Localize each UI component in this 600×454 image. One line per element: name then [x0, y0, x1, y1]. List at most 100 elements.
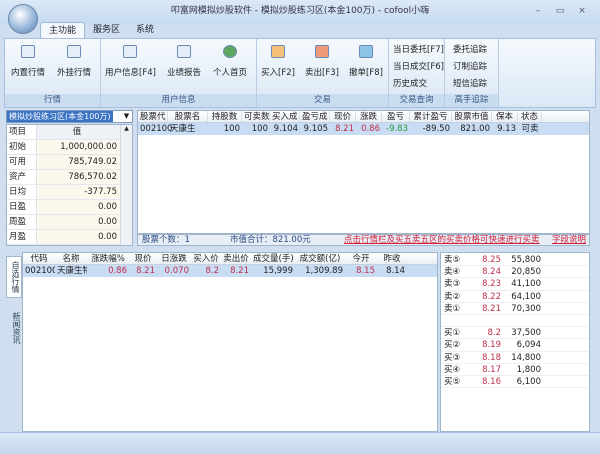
column-header[interactable]: 今开	[345, 253, 377, 264]
level-volume: 55,800	[511, 255, 541, 265]
cell: 0.86	[108, 266, 127, 276]
level-volume: 14,800	[511, 352, 541, 363]
level-price[interactable]: 8.22	[471, 291, 501, 302]
level-price[interactable]: 8.25	[471, 254, 501, 265]
level-price[interactable]: 8.17	[471, 364, 501, 375]
level-price[interactable]: 8.2	[471, 327, 501, 338]
scrollbar[interactable]: ▲	[120, 125, 132, 245]
bid-row[interactable]: 买② 8.19 6,094	[441, 339, 589, 352]
column-header[interactable]: 股票市值	[452, 111, 492, 122]
history-deals-link[interactable]: 历史成交	[393, 77, 427, 89]
user-info-button[interactable]: 用户信息[F4]	[105, 45, 156, 78]
status-bar	[0, 432, 600, 454]
column-header[interactable]: 名称	[55, 253, 87, 264]
performance-report-button[interactable]: 业绩报告	[167, 45, 201, 78]
column-header[interactable]: 状态	[518, 111, 542, 122]
cell: 9.105	[303, 124, 328, 134]
level-price[interactable]: 8.19	[471, 339, 501, 350]
positions-footer: 股票个数：1 市值合计：821.00元 点击行情栏及买五卖五区的买卖价格可快速进…	[137, 234, 590, 246]
column-header[interactable]: 日涨跌	[157, 253, 191, 264]
sell-icon	[314, 45, 329, 58]
column-header[interactable]: 现价	[129, 253, 157, 264]
column-header[interactable]: 成交量(手)	[251, 253, 295, 264]
table-row[interactable]: 002100 天康生 100 100 9.104 9.105 8.21 0.86 -9.83 -8…	[138, 123, 589, 135]
label: 买入[F2]	[261, 68, 295, 78]
external-quotes-button[interactable]: 外挂行情	[57, 45, 91, 78]
homepage-button[interactable]: 个人首页	[213, 45, 247, 78]
level-price[interactable]: 8.23	[471, 278, 501, 289]
table-row: 周盈 0.00	[7, 215, 132, 230]
tab-main[interactable]: 主功能	[40, 22, 86, 39]
column-header[interactable]: 持股数	[208, 111, 242, 122]
column-header[interactable]: 累计盈亏	[410, 111, 452, 122]
ask-row[interactable]: 卖⑤ 8.25 55,800	[441, 254, 589, 267]
custom-track-link[interactable]: 订制追踪	[453, 60, 487, 72]
cell: 可卖	[521, 124, 539, 134]
today-orders-link[interactable]: 当日委托[F7]	[393, 43, 444, 55]
cell: 8.21	[230, 266, 249, 276]
maximize-button[interactable]: ▭	[552, 4, 568, 18]
column-header[interactable]: 买入成	[270, 111, 300, 122]
table-header: 项目值	[7, 125, 132, 140]
minimize-button[interactable]: –	[530, 4, 546, 18]
level-price[interactable]: 8.16	[471, 376, 501, 387]
sms-track-link[interactable]: 短信追踪	[453, 77, 487, 89]
chevron-down-icon[interactable]: ▼	[121, 111, 132, 122]
buy-button[interactable]: 买入[F2]	[261, 45, 295, 78]
close-button[interactable]: ×	[574, 4, 590, 18]
app-menu-button[interactable]	[8, 4, 38, 34]
cancel-order-button[interactable]: 撤单[F8]	[349, 45, 383, 78]
level-volume: 37,500	[511, 328, 541, 339]
level-price[interactable]: 8.21	[471, 303, 501, 314]
column-header[interactable]: 现价	[330, 111, 356, 122]
ask-row[interactable]: 卖③ 8.23 41,100	[441, 278, 589, 291]
tab-service[interactable]: 服务区	[85, 22, 128, 39]
tab-watchlist[interactable]: 自选行情	[6, 256, 22, 298]
column-header[interactable]: 昨收	[377, 253, 407, 264]
order-track-link[interactable]: 委托追踪	[453, 43, 487, 55]
quick-trade-hint: 点击行情栏及买五卖五区的买卖价格可快速进行买卖	[344, 235, 540, 245]
group-query: 当日委托[F7] 当日成交[F6] 历史成交 交易查询	[389, 39, 445, 107]
today-deals-link[interactable]: 当日成交[F6]	[393, 60, 444, 72]
column-header[interactable]: 卖出价	[221, 253, 251, 264]
column-header[interactable]: 可卖数	[242, 111, 270, 122]
level-price[interactable]: 8.18	[471, 352, 501, 363]
ask-row[interactable]: 卖④ 8.24 20,850	[441, 266, 589, 279]
cell: 0.86	[361, 124, 380, 134]
field-help-link[interactable]: 字段说明	[552, 235, 586, 246]
column-header[interactable]: 股票代	[138, 111, 168, 122]
column-header[interactable]: 代码	[23, 253, 55, 264]
column-header[interactable]: 涨跌幅%	[87, 253, 129, 264]
group-label: 用户信息	[101, 94, 256, 107]
column-header[interactable]: 涨跌	[356, 111, 382, 122]
bid-row[interactable]: 买① 8.2 37,500	[441, 327, 589, 340]
builtin-quotes-button[interactable]: 内置行情	[11, 45, 45, 78]
column-header[interactable]: 成交额(亿)	[295, 253, 345, 264]
order-book: 卖⑤ 8.25 55,800 卖④ 8.24 20,850 卖③ 8.23 41,100 卖② 8.…	[440, 252, 590, 432]
row-label: 日盈	[7, 200, 37, 214]
bid-row[interactable]: 买⑤ 8.16 6,100	[441, 376, 589, 389]
level-label: 买③	[444, 352, 461, 363]
table-row[interactable]: 002100 天康生物 0.86 8.21 0.070 8.2 8.21 15,999 1,30…	[23, 265, 437, 277]
tab-system[interactable]: 系统	[128, 22, 162, 39]
column-header[interactable]: 买入价	[191, 253, 221, 264]
column-header[interactable]: 保本	[492, 111, 518, 122]
account-select[interactable]: 模拟炒股练习区(本金100万) ▼	[6, 110, 133, 123]
bid-row[interactable]: 买④ 8.17 1,800	[441, 364, 589, 376]
cell: 天康生物	[57, 266, 87, 276]
level-volume: 6,094	[516, 340, 541, 351]
ask-row[interactable]: 卖① 8.21 70,300	[441, 303, 589, 315]
column-header[interactable]: 盈亏成	[300, 111, 330, 122]
tab-news[interactable]: 新闻资讯	[6, 308, 22, 348]
label: 内置行情	[11, 68, 46, 78]
ask-row[interactable]: 卖② 8.22 64,100	[441, 291, 589, 303]
market-value-total: 市值合计：821.00元	[230, 235, 311, 245]
level-price[interactable]: 8.24	[471, 266, 501, 277]
sell-button[interactable]: 卖出[F3]	[305, 45, 339, 78]
label: 个人首页	[213, 68, 248, 78]
column-header[interactable]: 盈亏	[382, 111, 410, 122]
bid-row[interactable]: 买③ 8.18 14,800	[441, 352, 589, 364]
cell: 8.15	[356, 266, 375, 276]
level-label: 买⑤	[444, 376, 461, 387]
column-header[interactable]: 股票名	[168, 111, 208, 122]
